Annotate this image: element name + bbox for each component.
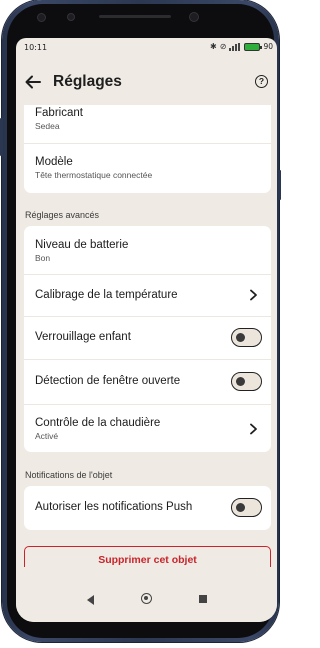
battery-icon bbox=[244, 42, 263, 51]
battery-label: Niveau de batterie bbox=[35, 239, 129, 251]
power-button bbox=[278, 170, 281, 200]
child-lock-row: Verrouillage enfant bbox=[24, 317, 271, 360]
sensor-dot bbox=[37, 13, 46, 22]
battery-value: Bon bbox=[35, 253, 51, 263]
push-notifications-toggle[interactable] bbox=[231, 498, 262, 517]
section-title-notifications: Notifications de l'objet bbox=[25, 470, 113, 480]
nav-recents-icon[interactable] bbox=[199, 595, 207, 603]
phone-bezel: 10:11 ✱ ⊘ 90 Réglages ? Fabricant Sedea … bbox=[7, 4, 277, 638]
model-label: Modèle bbox=[35, 156, 73, 168]
model-row: Modèle Tête thermostatique connectée bbox=[24, 144, 271, 193]
battery-row: Niveau de batterie Bon bbox=[24, 226, 271, 275]
boiler-label: Contrôle de la chaudière bbox=[35, 417, 161, 429]
settings-list[interactable]: Fabricant Sedea Modèle Tête thermostatiq… bbox=[16, 105, 277, 567]
system-nav-bar bbox=[16, 580, 277, 622]
battery-percent: 90 bbox=[263, 42, 273, 51]
window-detection-row: Détection de fenêtre ouverte bbox=[24, 360, 271, 405]
earpiece-speaker bbox=[99, 15, 171, 18]
boiler-control-row[interactable]: Contrôle de la chaudière Activé bbox=[24, 405, 271, 452]
manufacturer-row: Fabricant Sedea bbox=[24, 105, 271, 144]
page-title: Réglages bbox=[53, 73, 122, 90]
calibration-row[interactable]: Calibrage de la température bbox=[24, 275, 271, 317]
toggle-knob bbox=[236, 332, 245, 342]
calibration-label: Calibrage de la température bbox=[35, 289, 178, 301]
device-info-card: Fabricant Sedea Modèle Tête thermostatiq… bbox=[24, 105, 271, 193]
section-title-advanced: Réglages avancés bbox=[25, 210, 100, 220]
front-camera bbox=[189, 12, 199, 22]
app-screen: 10:11 ✱ ⊘ 90 Réglages ? Fabricant Sedea … bbox=[16, 38, 277, 622]
volume-button bbox=[0, 118, 3, 156]
signal-icon bbox=[229, 42, 241, 51]
toggle-knob bbox=[236, 376, 245, 386]
phone-frame: 10:11 ✱ ⊘ 90 Réglages ? Fabricant Sedea … bbox=[0, 0, 281, 642]
boiler-value: Activé bbox=[35, 431, 59, 441]
nav-home-icon[interactable] bbox=[141, 593, 152, 604]
mute-icon: ⊘ bbox=[219, 42, 227, 51]
notifications-card: Autoriser les notifications Push bbox=[24, 486, 271, 530]
sensor-dot bbox=[67, 13, 75, 21]
toggle-knob bbox=[236, 502, 245, 512]
delete-object-button[interactable]: Supprimer cet objet bbox=[24, 546, 271, 567]
help-icon[interactable]: ? bbox=[255, 75, 268, 88]
back-arrow-icon[interactable] bbox=[24, 73, 42, 91]
status-icons: ✱ ⊘ 90 bbox=[210, 42, 273, 51]
status-bar: 10:11 ✱ ⊘ 90 bbox=[16, 38, 277, 56]
nav-back-icon[interactable] bbox=[87, 595, 94, 605]
status-time: 10:11 bbox=[24, 43, 48, 52]
chevron-right-icon bbox=[250, 423, 257, 435]
child-lock-toggle[interactable] bbox=[231, 328, 262, 347]
chevron-right-icon bbox=[250, 289, 257, 301]
manufacturer-label: Fabricant bbox=[35, 107, 83, 119]
app-bar: Réglages ? bbox=[16, 63, 277, 105]
advanced-settings-card: Niveau de batterie Bon Calibrage de la t… bbox=[24, 226, 271, 452]
model-value: Tête thermostatique connectée bbox=[35, 170, 153, 180]
push-notifications-row: Autoriser les notifications Push bbox=[24, 486, 271, 530]
bluetooth-icon: ✱ bbox=[210, 42, 217, 51]
window-detection-toggle[interactable] bbox=[231, 372, 262, 391]
manufacturer-value: Sedea bbox=[35, 121, 60, 131]
